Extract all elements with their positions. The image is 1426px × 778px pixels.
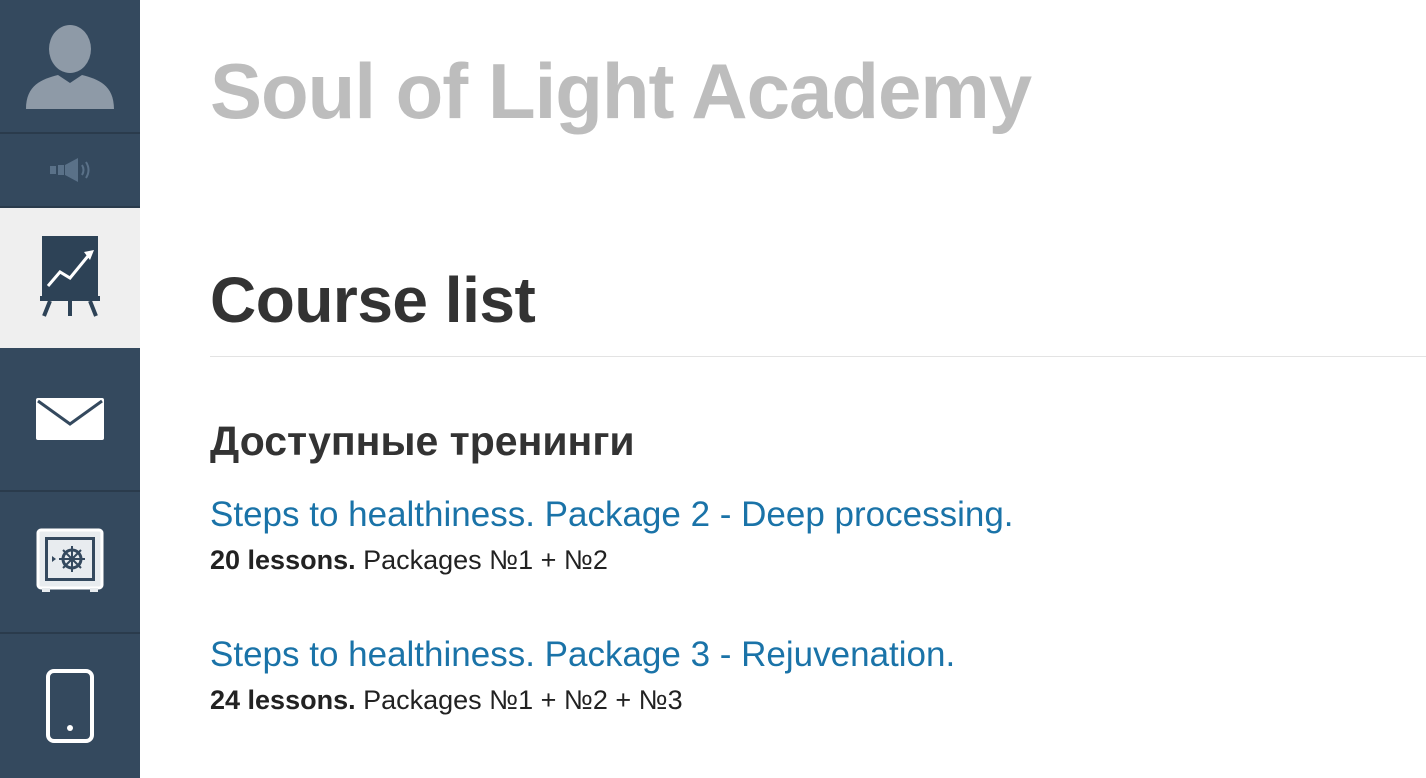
sidebar-item-messages[interactable]	[0, 348, 140, 492]
course-link[interactable]: Steps to healthiness. Package 2 - Deep p…	[210, 495, 1014, 535]
section-title: Доступные тренинги	[210, 418, 635, 464]
sidebar	[0, 0, 140, 778]
user-avatar-icon	[26, 25, 114, 109]
course-lessons-count: 20 lessons.	[210, 545, 356, 575]
sidebar-item-sound[interactable]	[0, 134, 140, 208]
sidebar-item-profile[interactable]	[0, 0, 140, 134]
speaker-icon	[50, 158, 90, 182]
divider	[210, 356, 1426, 357]
sidebar-item-safe[interactable]	[0, 492, 140, 634]
presentation-chart-icon	[40, 236, 100, 317]
course-meta: 20 lessons. Packages №1 + №2	[210, 545, 608, 576]
sidebar-item-mobile[interactable]	[0, 634, 140, 778]
course-packages: Packages №1 + №2	[363, 545, 608, 575]
sidebar-item-courses[interactable]	[0, 208, 140, 348]
page-title: Course list	[210, 264, 536, 336]
phone-icon	[46, 669, 94, 743]
course-meta: 24 lessons. Packages №1 + №2 + №3	[210, 685, 683, 716]
safe-icon	[36, 528, 104, 592]
course-packages: Packages №1 + №2 + №3	[363, 685, 683, 715]
envelope-icon	[36, 398, 104, 440]
academy-title: Soul of Light Academy	[210, 47, 1032, 135]
course-link[interactable]: Steps to healthiness. Package 3 - Rejuve…	[210, 635, 955, 675]
main-content: Soul of Light Academy Course list Доступ…	[210, 0, 1426, 778]
course-lessons-count: 24 lessons.	[210, 685, 356, 715]
